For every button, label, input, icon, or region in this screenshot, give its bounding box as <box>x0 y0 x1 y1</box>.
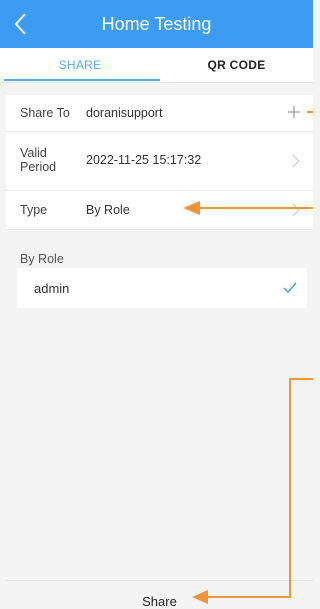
valid-period-row[interactable]: Valid Period 2022-11-25 15:17:32 <box>6 132 313 191</box>
tab-qr-code[interactable]: QR CODE <box>160 48 313 82</box>
page-title: Home Testing <box>101 14 212 34</box>
role-label: admin <box>34 281 70 296</box>
type-value: By Role <box>86 203 130 217</box>
role-section-label: By Role <box>20 252 64 266</box>
valid-period-label: Valid Period <box>20 146 57 174</box>
tab-share[interactable]: SHARE <box>0 48 160 82</box>
app-header: Home Testing <box>0 0 313 48</box>
type-label: Type <box>20 203 48 217</box>
share-to-label: Share To <box>20 106 70 120</box>
share-to-value: doranisupport <box>86 106 163 120</box>
share-form: Share To doranisupport Valid Period 2022… <box>6 95 313 230</box>
valid-period-value: 2022-11-25 15:17:32 <box>86 153 202 167</box>
share-bar: Share <box>6 580 313 609</box>
tab-bar: SHARE QR CODE <box>0 48 313 83</box>
role-item-admin[interactable]: admin <box>17 268 307 308</box>
chevron-right-icon <box>292 154 300 168</box>
active-tab-indicator <box>4 79 160 81</box>
checkmark-icon <box>283 282 297 294</box>
plus-icon[interactable] <box>287 105 301 119</box>
share-to-row[interactable]: Share To doranisupport <box>6 95 313 132</box>
type-row[interactable]: Type By Role <box>6 191 313 230</box>
chevron-right-icon <box>292 203 300 217</box>
share-button[interactable]: Share <box>6 594 313 609</box>
